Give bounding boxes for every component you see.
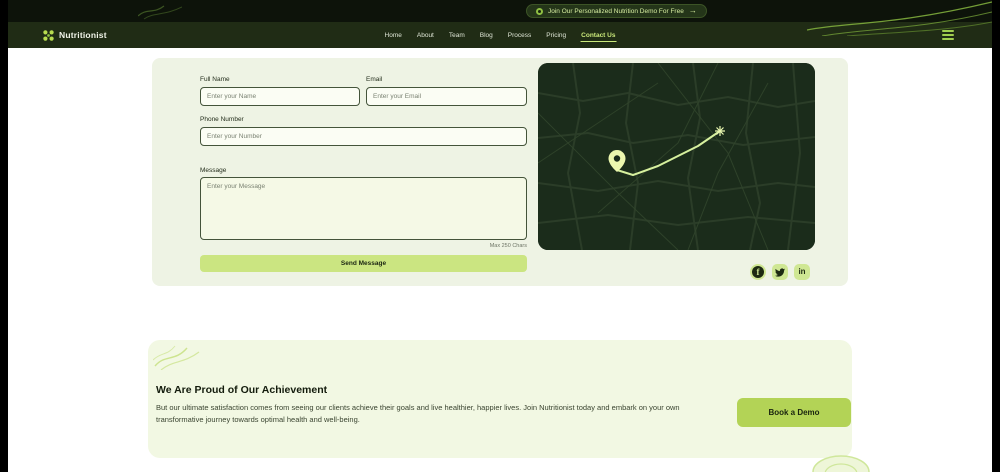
nav-item-contact-us[interactable]: Contact Us (580, 29, 617, 42)
leaf-dot-icon (536, 7, 543, 15)
announcement-bar: Join Our Personalized Nutrition Demo For… (8, 0, 992, 22)
decorative-squiggle-achievement (153, 345, 200, 370)
message-textarea[interactable] (200, 177, 527, 240)
window-edge-right (992, 0, 1000, 472)
nutritionist-logo-icon (43, 29, 54, 41)
phone-input[interactable] (200, 127, 527, 146)
map-canvas (538, 63, 815, 250)
book-demo-button[interactable]: Book a Demo (737, 398, 851, 427)
nav-item-pricing[interactable]: Pricing (545, 29, 567, 41)
nav-item-team[interactable]: Team (448, 29, 466, 41)
navbar: Nutritionist Home About Team Blog Proces… (8, 22, 992, 48)
social-links: f in (750, 264, 810, 280)
send-message-button[interactable]: Send Message (200, 255, 527, 272)
map-destination-star-icon (715, 126, 725, 136)
email-input[interactable] (366, 87, 527, 106)
announcement-text: Join Our Personalized Nutrition Demo For… (548, 7, 684, 15)
main-nav: Home About Team Blog Process Pricing Con… (384, 22, 617, 48)
announcement-pill[interactable]: Join Our Personalized Nutrition Demo For… (526, 4, 707, 18)
contact-panel: Full Name Email Phone Number Message Max… (152, 58, 848, 286)
nav-item-about[interactable]: About (416, 29, 435, 41)
full-name-label: Full Name (200, 76, 230, 83)
hamburger-menu-icon[interactable] (942, 30, 954, 40)
facebook-icon[interactable]: f (750, 264, 766, 280)
twitter-icon[interactable] (772, 264, 788, 280)
phone-label: Phone Number (200, 116, 244, 123)
email-label: Email (366, 76, 383, 83)
facebook-glyph: f (752, 266, 764, 278)
linkedin-icon[interactable]: in (794, 264, 810, 280)
brand-name: Nutritionist (59, 30, 107, 40)
achievement-section: We Are Proud of Our Achievement But our … (148, 340, 852, 458)
message-label: Message (200, 167, 227, 174)
message-char-limit-hint: Max 250 Chars (489, 243, 527, 249)
page: Join Our Personalized Nutrition Demo For… (0, 0, 1000, 472)
nav-item-blog[interactable]: Blog (479, 29, 494, 41)
location-map[interactable] (538, 63, 815, 250)
full-name-input[interactable] (200, 87, 360, 106)
twitter-bird-glyph (775, 268, 786, 277)
nav-item-home[interactable]: Home (384, 29, 403, 41)
achievement-body: But our ultimate satisfaction comes from… (156, 403, 680, 424)
nav-item-process[interactable]: Process (507, 29, 532, 41)
arrow-right-icon: → (688, 6, 697, 15)
window-edge-left (0, 0, 8, 472)
brand[interactable]: Nutritionist (42, 22, 107, 48)
achievement-title: We Are Proud of Our Achievement (156, 384, 328, 396)
